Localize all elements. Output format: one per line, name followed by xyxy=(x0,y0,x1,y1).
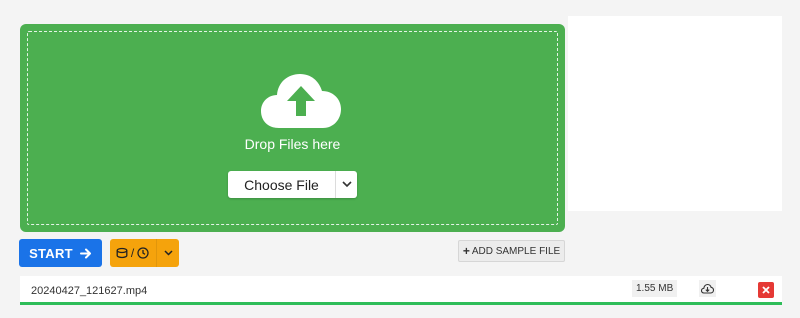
file-size: 1.55 MB xyxy=(632,280,678,297)
arrow-right-icon xyxy=(79,248,91,258)
file-name: 20240427_121627.mp4 xyxy=(31,285,148,297)
cloud-save-icon[interactable] xyxy=(699,280,716,297)
add-sample-file-label: ADD SAMPLE FILE xyxy=(471,245,561,257)
file-list-item: 20240427_121627.mp4 1.55 MB xyxy=(20,276,782,305)
cloud-upload-icon xyxy=(261,74,341,128)
close-icon xyxy=(762,286,770,294)
remove-file-button[interactable] xyxy=(758,282,774,298)
cloud-download-icon xyxy=(701,283,714,294)
compression-options-button[interactable]: / xyxy=(110,239,179,267)
chevron-down-icon xyxy=(341,181,352,188)
choose-file-group: Choose File xyxy=(228,171,357,198)
options-separator: / xyxy=(130,246,135,260)
add-sample-file-button[interactable]: + ADD SAMPLE FILE xyxy=(458,240,565,262)
choose-file-dropdown-button[interactable] xyxy=(336,171,357,198)
start-button[interactable]: START xyxy=(19,239,102,267)
chevron-down-icon xyxy=(164,250,173,256)
ad-panel xyxy=(568,16,782,211)
file-drop-zone[interactable]: Drop Files here Choose File xyxy=(20,24,565,232)
plus-icon: + xyxy=(462,244,470,258)
database-icon xyxy=(116,247,128,259)
drop-files-text: Drop Files here xyxy=(244,136,341,152)
choose-file-button[interactable]: Choose File xyxy=(228,171,336,198)
clock-icon xyxy=(137,247,149,259)
options-divider xyxy=(156,239,158,267)
start-label: START xyxy=(29,245,73,261)
drop-zone-border: Drop Files here Choose File xyxy=(27,31,558,225)
